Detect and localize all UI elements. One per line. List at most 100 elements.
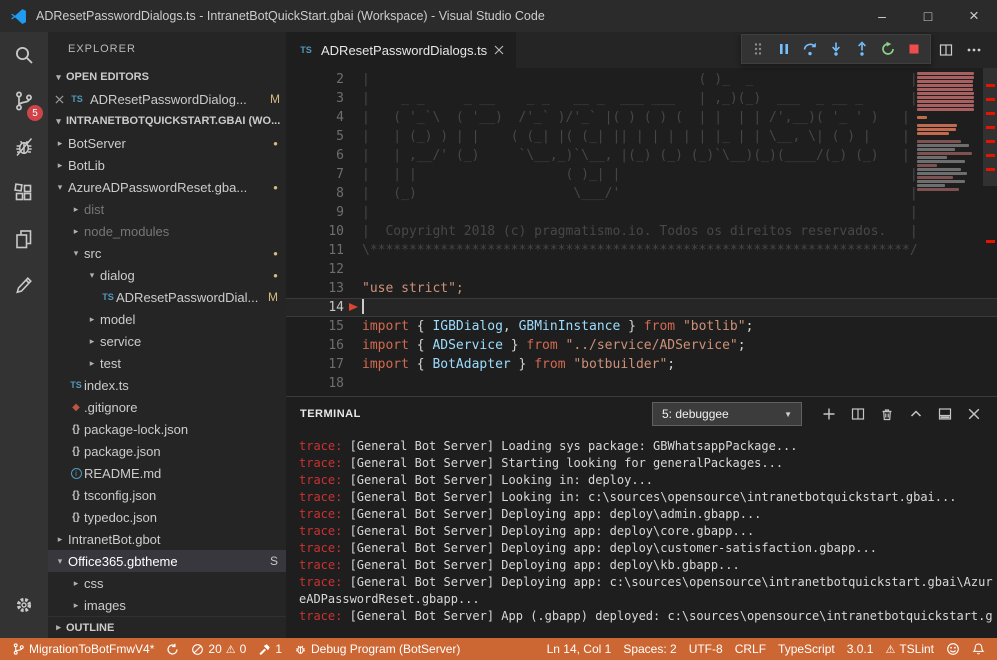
code-line-11[interactable]: 11\*************************************… — [286, 241, 997, 260]
close-button[interactable]: × — [951, 0, 997, 32]
line-gutter[interactable]: 3 — [286, 89, 344, 108]
tree-item-dist[interactable]: ▸dist — [48, 198, 286, 220]
code-line-6[interactable]: 6| | ,__/' (_) `\__,_)`\__, |(_) (_) (_)… — [286, 146, 997, 165]
open-editors-header[interactable]: ▾ OPEN EDITORS — [48, 66, 286, 88]
tab-close-icon[interactable] — [494, 45, 504, 55]
line-gutter[interactable]: 7 — [286, 165, 344, 184]
tree-item-src[interactable]: ▾src● — [48, 242, 286, 264]
maximize-panel-button[interactable] — [903, 401, 929, 427]
workspace-header[interactable]: ▾ INTRANETBOTQUICKSTART.GBAI (WO... — [48, 110, 286, 132]
tree-item-intranetbot-gbot[interactable]: ▸IntranetBot.gbot — [48, 528, 286, 550]
pause-button[interactable] — [771, 36, 797, 62]
code-line-9[interactable]: 9| | — [286, 203, 997, 222]
line-gutter[interactable]: 13 — [286, 279, 344, 298]
code-editor[interactable]: 2| ( )_ _ |3| _ _ _ __ _ _ __ _ ___ ___ … — [286, 68, 997, 396]
open-editor-item[interactable]: TS ADResetPasswordDialog... M — [48, 88, 286, 110]
code-line-2[interactable]: 2| ( )_ _ | — [286, 70, 997, 89]
problems-status[interactable]: 20 ⚠ 0 — [185, 638, 252, 660]
code-line-12[interactable]: 12 — [286, 260, 997, 279]
version-status[interactable]: 3.0.1 — [841, 638, 880, 660]
line-gutter[interactable]: 17 — [286, 355, 344, 374]
terminal-selector[interactable]: 5: debuggee ▼ — [652, 402, 802, 426]
step-into-button[interactable] — [823, 36, 849, 62]
split-editor-button[interactable] — [933, 37, 959, 63]
tree-item-dialog[interactable]: ▾dialog● — [48, 264, 286, 286]
more-actions-icon[interactable] — [961, 37, 987, 63]
line-gutter[interactable]: 18 — [286, 374, 344, 393]
close-icon[interactable] — [55, 95, 64, 104]
tree-item-package-lock-json[interactable]: {}package-lock.json — [48, 418, 286, 440]
outline-header[interactable]: ▸ OUTLINE — [48, 616, 286, 638]
sync-button[interactable] — [160, 638, 185, 660]
activity-item-search[interactable] — [0, 32, 48, 78]
tree-item-azureadpasswordreset-gba[interactable]: ▾AzureADPasswordReset.gba...● — [48, 176, 286, 198]
code-line-8[interactable]: 8| (_) \___/' | — [286, 184, 997, 203]
editor-tab[interactable]: TS ADResetPasswordDialogs.ts — [286, 32, 516, 68]
tree-item-typedoc-json[interactable]: {}typedoc.json — [48, 506, 286, 528]
kill-terminal-button[interactable] — [874, 401, 900, 427]
activity-item-debug[interactable] — [0, 124, 48, 170]
line-gutter[interactable]: 15 — [286, 317, 344, 336]
language-status[interactable]: TypeScript — [772, 638, 841, 660]
encoding-status[interactable]: UTF-8 — [683, 638, 729, 660]
tree-item-botlib[interactable]: ▸BotLib — [48, 154, 286, 176]
code-line-14[interactable]: 14 — [286, 298, 997, 317]
minimap[interactable] — [917, 72, 981, 191]
line-gutter[interactable]: 11 — [286, 241, 344, 260]
minimize-button[interactable]: – — [859, 0, 905, 32]
line-gutter[interactable]: 14 — [286, 298, 344, 317]
activity-item-files[interactable] — [0, 216, 48, 262]
line-gutter[interactable]: 16 — [286, 336, 344, 355]
code-line-16[interactable]: 16import { ADService } from "../service/… — [286, 336, 997, 355]
code-line-4[interactable]: 4| ( '_`\ ( '__) /'_` )/'_` |( ) ( ) ( |… — [286, 108, 997, 127]
code-line-17[interactable]: 17import { BotAdapter } from "botbuilder… — [286, 355, 997, 374]
step-out-button[interactable] — [849, 36, 875, 62]
indentation-status[interactable]: Spaces: 2 — [617, 638, 682, 660]
feedback-button[interactable] — [940, 638, 966, 660]
code-line-5[interactable]: 5| | (_) ) | | ( (_| |( (_| || | | | | |… — [286, 127, 997, 146]
git-branch-status[interactable]: MigrationToBotFmwV4* — [6, 638, 160, 660]
tasks-status[interactable]: 1 — [252, 638, 288, 660]
activity-item-settings[interactable] — [0, 582, 48, 628]
tree-item-service[interactable]: ▸service — [48, 330, 286, 352]
line-gutter[interactable]: 2 — [286, 70, 344, 89]
panel-layout-button[interactable] — [932, 401, 958, 427]
code-line-18[interactable]: 18 — [286, 374, 997, 393]
tree-item-images[interactable]: ▸images — [48, 594, 286, 616]
close-panel-button[interactable] — [961, 401, 987, 427]
line-gutter[interactable]: 12 — [286, 260, 344, 279]
debug-status[interactable]: Debug Program (BotServer) — [288, 638, 466, 660]
line-gutter[interactable]: 8 — [286, 184, 344, 203]
line-gutter[interactable]: 4 — [286, 108, 344, 127]
code-line-10[interactable]: 10| Copyright 2018 (c) pragmatismo.io. T… — [286, 222, 997, 241]
tree-item-gitignore[interactable]: ◆.gitignore — [48, 396, 286, 418]
tree-item-node-modules[interactable]: ▸node_modules — [48, 220, 286, 242]
drag-handle[interactable] — [745, 36, 771, 62]
cursor-position-status[interactable]: Ln 14, Col 1 — [541, 638, 618, 660]
eol-status[interactable]: CRLF — [729, 638, 772, 660]
terminal-title[interactable]: TERMINAL — [300, 408, 361, 420]
tree-item-botserver[interactable]: ▸BotServer● — [48, 132, 286, 154]
stop-button[interactable] — [901, 36, 927, 62]
tree-item-css[interactable]: ▸css — [48, 572, 286, 594]
tree-item-index-ts[interactable]: TSindex.ts — [48, 374, 286, 396]
step-over-button[interactable] — [797, 36, 823, 62]
tree-item-readme-md[interactable]: iREADME.md — [48, 462, 286, 484]
tree-item-package-json[interactable]: {}package.json — [48, 440, 286, 462]
line-gutter[interactable]: 6 — [286, 146, 344, 165]
notifications-button[interactable] — [966, 638, 991, 660]
tree-item-test[interactable]: ▸test — [48, 352, 286, 374]
code-line-15[interactable]: 15import { IGBDialog, GBMinInstance } fr… — [286, 317, 997, 336]
activity-item-extensions[interactable] — [0, 170, 48, 216]
activity-item-source-control[interactable]: 5 — [0, 78, 48, 124]
tree-item-office365-gbtheme[interactable]: ▾Office365.gbthemeS — [48, 550, 286, 572]
tree-item-model[interactable]: ▸model — [48, 308, 286, 330]
line-gutter[interactable]: 5 — [286, 127, 344, 146]
new-terminal-button[interactable] — [816, 401, 842, 427]
line-gutter[interactable]: 9 — [286, 203, 344, 222]
activity-item-edit[interactable] — [0, 262, 48, 308]
line-gutter[interactable]: 10 — [286, 222, 344, 241]
terminal-output[interactable]: trace: [General Bot Server] Loading sys … — [286, 431, 997, 638]
editor-scrollbar[interactable] — [983, 68, 997, 396]
tslint-status[interactable]: ⚠ TSLint — [879, 638, 940, 660]
